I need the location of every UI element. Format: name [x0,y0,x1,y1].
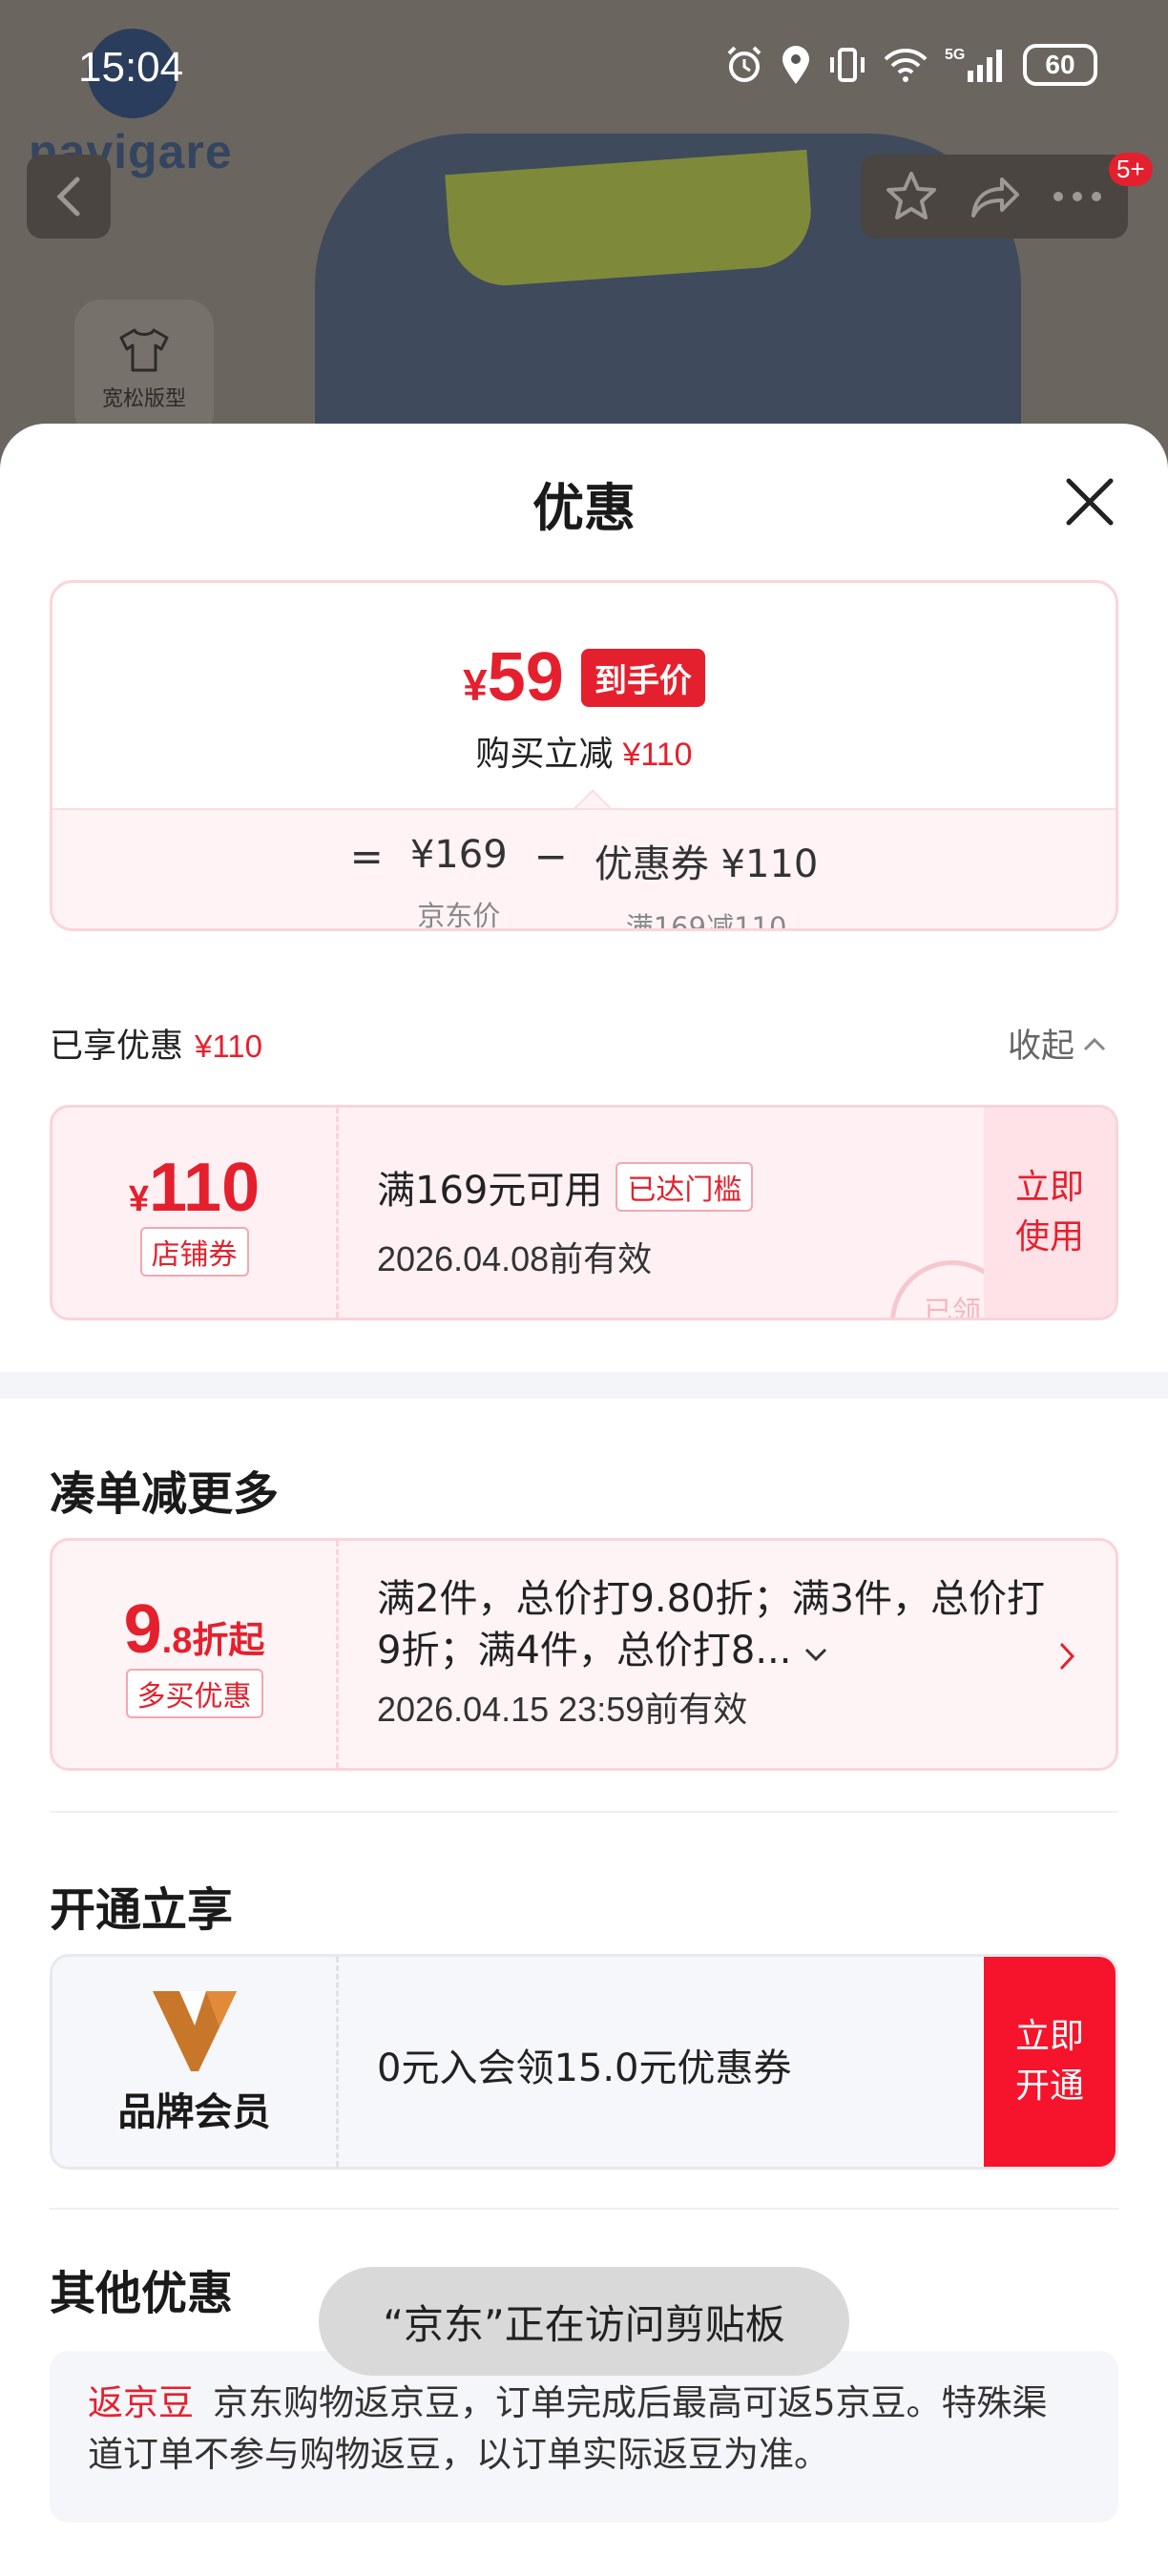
multi-buy-validity: 2026.04.15 23:59前有效 [377,1690,748,1729]
multi-buy-discount: 9.8折起 [124,1590,265,1669]
membership-brand-name: 品牌会员 [117,2090,271,2134]
chevron-up-icon [1083,1037,1106,1050]
final-price-row: ¥59 到手价 [52,638,1116,717]
signal-icon: 5G [945,47,1002,82]
coupon-amount-block: ¥110 店铺券 [52,1108,339,1318]
price-summary-top: ¥59 到手价 购买立减 ¥110 [52,583,1116,808]
multi-buy-type-tag: 多买优惠 [125,1669,263,1718]
multi-buy-section-title: 凑单减更多 [50,1467,280,1521]
message-count-badge: 5+ [1109,153,1153,186]
threshold-reached-tag: 已达门槛 [615,1162,754,1212]
coupon-condition-row: 满169元可用 已达门槛 [377,1159,754,1215]
jd-bean-offer: 返京豆 京东购物返京豆，订单完成后最高可返5京豆。特殊渠道订单不参与购物返豆，以订… [50,2351,1118,2523]
discount-small: .8折起 [161,1621,265,1661]
minus-sign: − [533,833,568,880]
svg-text:5G: 5G [945,47,965,63]
sheet-title: 优惠 [532,478,636,538]
loose-fit-label: 宽松版型 [101,387,186,411]
coupon-currency: ¥ [128,1179,149,1219]
collapse-button[interactable]: 收起 [1008,1019,1107,1068]
use-now-button[interactable]: 立即使用 [984,1108,1116,1318]
divider [50,2208,1118,2210]
jd-price-col: ¥169 京东价 [409,833,508,931]
multi-buy-discount-block: 9.8折起 多买优惠 [52,1541,339,1768]
coupon-amount-value: 110 [148,1150,261,1226]
jd-price-value: ¥169 [409,833,508,877]
more-icon[interactable] [1049,187,1106,206]
jd-bean-label: 返京豆 [88,2382,194,2423]
membership-offer: 0元入会领15.0元优惠券 [377,2046,792,2090]
divider [50,1811,1118,1813]
share-icon[interactable] [966,168,1023,225]
multi-buy-description-wrap: 满2件，总价打9.80折；满3件，总价打9折；满4件，总价打8... [377,1573,1064,1676]
instant-discount-label: 购买立减 [475,735,614,774]
star-icon[interactable] [883,168,940,225]
top-action-bar [861,155,1128,239]
coupon-col: 优惠券 ¥110 满169减110 [594,833,819,931]
store-coupon-card[interactable]: ¥110 店铺券 满169元可用 已达门槛 2026.04.08前有效 已领 立… [50,1105,1118,1320]
enjoyed-label: 已享优惠 [50,1028,184,1066]
other-offers-section-title: 其他优惠 [50,2267,234,2320]
multi-buy-card[interactable]: 9.8折起 多买优惠 满2件，总价打9.80折；满3件，总价打9折；满4件，总价… [50,1538,1118,1771]
coupon-amount: ¥110 [129,1149,260,1227]
jd-bean-text: 京东购物返京豆，订单完成后最高可返5京豆。特殊渠道订单不参与购物返豆，以订单实际… [88,2382,1048,2475]
chevron-down-icon[interactable] [803,1646,828,1663]
brand-membership-card[interactable]: 品牌会员 0元入会领15.0元优惠券 立即开通 [50,1954,1118,2170]
discount-big: 9 [123,1591,162,1668]
membership-brand-block: 品牌会员 [52,1957,339,2167]
final-price-value: 59 [487,639,564,716]
chevron-right-icon[interactable] [1056,1640,1077,1672]
instant-discount-amount: ¥110 [622,737,693,773]
status-bar: 15:04 5G 60 [0,0,1168,134]
location-icon [782,46,809,84]
join-now-button[interactable]: 立即开通 [984,1957,1116,2167]
status-icons: 5G 60 [723,44,1097,86]
vibrate-icon [830,48,865,82]
status-time: 15:04 [78,44,184,91]
coupon-condition: 满169元可用 [377,1169,603,1213]
price-summary-card: ¥59 到手价 购买立减 ¥110 = ¥169 京东价 − 优惠券 ¥110 满… [50,580,1118,931]
section-divider [0,1372,1168,1399]
enjoyed-discount: 已享优惠 ¥110 [50,1019,262,1068]
tshirt-icon [119,328,169,372]
multi-buy-description: 满2件，总价打9.80折；满3件，总价打9折；满4件，总价打8... [377,1577,1045,1672]
instant-discount-row: 购买立减 ¥110 [52,726,1116,776]
enjoyed-amount: ¥110 [195,1028,262,1064]
currency-symbol: ¥ [463,660,488,710]
close-icon[interactable] [1059,471,1120,532]
coupon-type-tag: 店铺券 [139,1227,249,1277]
battery-indicator: 60 [1023,44,1097,86]
alarm-icon [727,46,761,82]
collapse-label: 收起 [1008,1028,1075,1066]
jd-price-label: 京东价 [417,900,501,931]
membership-section-title: 开通立享 [50,1883,234,1937]
equals-sign: = [349,833,384,880]
formula-row: = ¥169 京东价 − 优惠券 ¥110 满169减110 [52,833,1116,931]
coupon-rule: 满169减110 [625,911,787,931]
brand-v-logo-icon [152,1991,237,2071]
final-price-tag: 到手价 [580,648,705,707]
clipboard-toast: “京东”正在访问剪贴板 [319,2267,849,2376]
wifi-icon [884,49,928,82]
multi-buy-details: 满2件，总价打9.80折；满3件，总价打9折；满4件，总价打8... 2026.… [377,1573,1064,1732]
coupon-details: 满169元可用 已达门槛 2026.04.08前有效 [377,1159,754,1281]
price-formula: = ¥169 京东价 − 优惠券 ¥110 满169减110 [52,808,1116,931]
back-button[interactable] [27,155,111,239]
coupon-validity: 2026.04.08前有效 [377,1239,653,1278]
chevron-left-icon [56,177,80,217]
discount-sheet: 优惠 ¥59 到手价 购买立减 ¥110 = ¥169 京东价 − 优惠券 ¥1… [0,424,1168,2576]
final-price: ¥59 [463,638,564,717]
loose-fit-tag[interactable]: 宽松版型 [74,300,214,439]
coupon-value: 优惠券 ¥110 [594,842,819,886]
